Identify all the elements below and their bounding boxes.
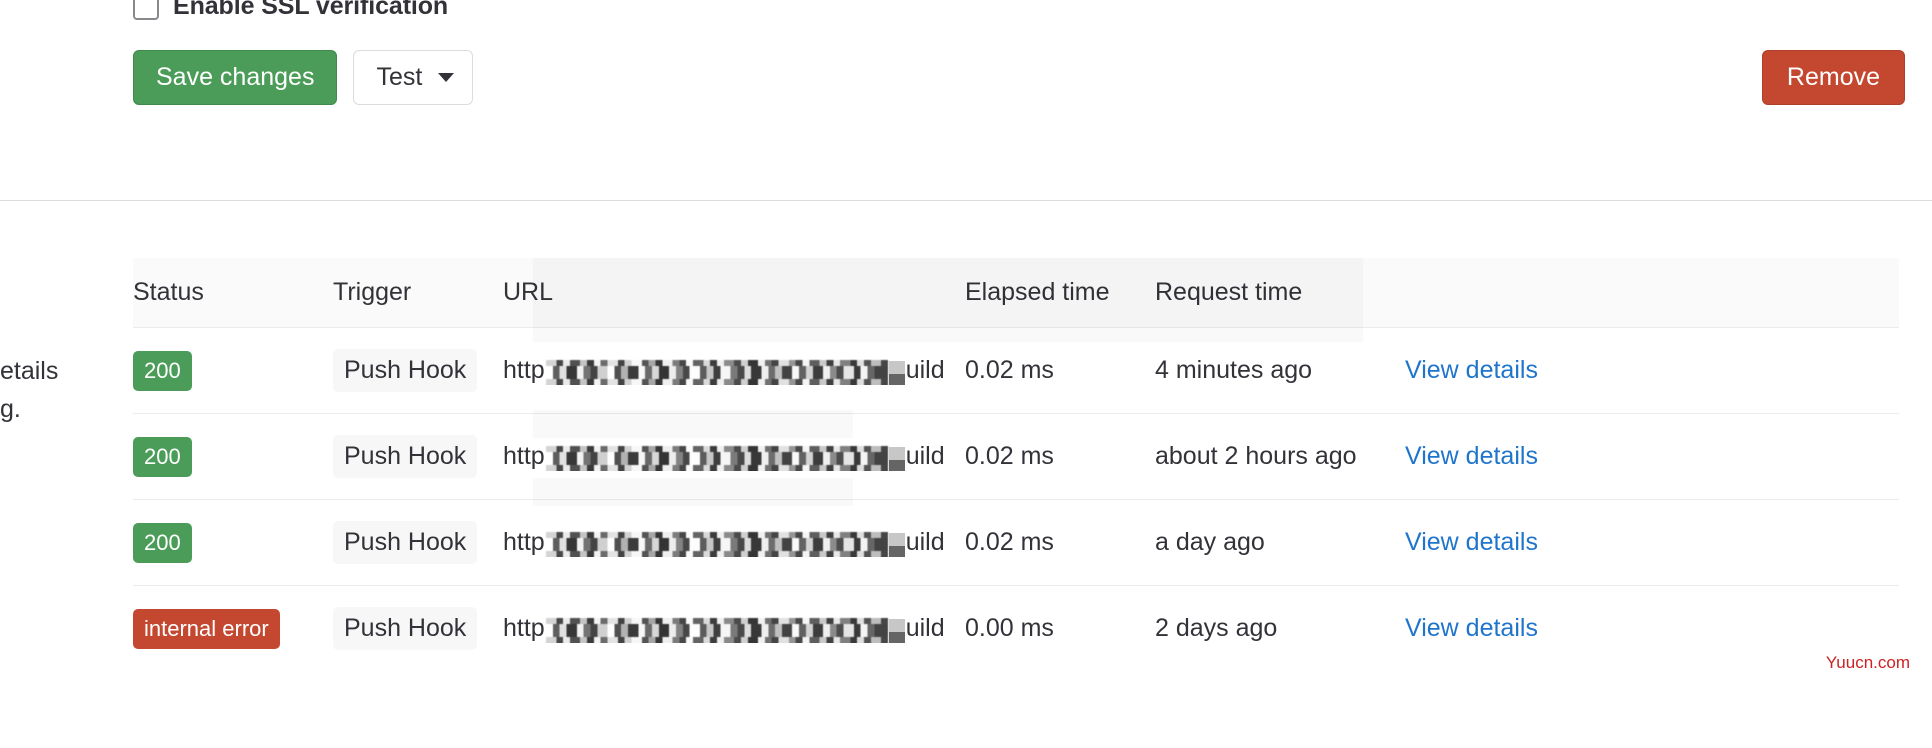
cell-elapsed-time: 0.02 ms xyxy=(965,499,1155,586)
recent-deliveries-table-wrapper: Status Trigger URL Elapsed time Request … xyxy=(133,258,1899,671)
status-badge: internal error xyxy=(133,608,280,649)
column-header-url: URL xyxy=(503,258,965,328)
column-header-actions xyxy=(1405,258,1899,328)
cell-url: http uild xyxy=(503,413,965,500)
cut-off-side-text: etails g. xyxy=(0,352,58,428)
cut-off-line-2: g. xyxy=(0,395,21,423)
url-pixelated-region xyxy=(545,531,888,557)
cell-actions: View details xyxy=(1405,327,1899,414)
cell-status: internal error xyxy=(133,586,333,672)
trigger-pill: Push Hook xyxy=(333,607,478,650)
cell-url: http uild xyxy=(503,586,965,672)
column-header-status: Status xyxy=(133,258,333,328)
trigger-pill: Push Hook xyxy=(333,349,478,392)
cut-off-line-1: etails xyxy=(0,357,59,385)
enable-ssl-verification-label: Enable SSL verification xyxy=(173,0,449,20)
view-details-link[interactable]: View details xyxy=(1405,614,1538,642)
table-row: internal error Push Hook http uild 0.00 ms 2 … xyxy=(133,586,1899,672)
cell-trigger: Push Hook xyxy=(333,327,503,414)
cell-trigger: Push Hook xyxy=(333,499,503,586)
view-details-link[interactable]: View details xyxy=(1405,356,1538,384)
table-header-row: Status Trigger URL Elapsed time Request … xyxy=(133,258,1899,328)
table-row: 200 Push Hook http uild 0.02 ms 4 minutes ago… xyxy=(133,327,1899,414)
url-pixelated-region xyxy=(545,445,888,471)
url-prefix: http xyxy=(503,528,545,556)
url-prefix: http xyxy=(503,614,545,642)
view-details-link[interactable]: View details xyxy=(1405,528,1538,556)
cell-status: 200 xyxy=(133,499,333,586)
cell-elapsed-time: 0.00 ms xyxy=(965,614,1054,642)
cell-trigger: Push Hook xyxy=(333,413,503,500)
chevron-down-icon xyxy=(438,73,455,82)
url-suffix: uild xyxy=(905,442,945,470)
table-body: 200 Push Hook http uild 0.02 ms 4 minutes ago… xyxy=(133,327,1899,672)
table-row: 200 Push Hook http uild 0.02 ms a day ago View… xyxy=(133,499,1899,586)
redacted-url: http uild xyxy=(503,356,965,385)
trigger-pill: Push Hook xyxy=(333,435,478,478)
form-actions: Save changes Test xyxy=(133,50,474,105)
url-prefix: http xyxy=(503,356,545,384)
status-badge: 200 xyxy=(133,522,192,563)
cell-status: 200 xyxy=(133,413,333,500)
url-pixelated-char xyxy=(888,360,905,385)
section-divider xyxy=(0,200,1932,201)
column-header-trigger: Trigger xyxy=(333,258,503,328)
status-badge: 200 xyxy=(133,350,192,391)
cell-actions: View details xyxy=(1405,586,1899,672)
status-badge: 200 xyxy=(133,436,192,477)
url-suffix: uild xyxy=(905,528,945,556)
view-details-link[interactable]: View details xyxy=(1405,442,1538,470)
url-prefix: http xyxy=(503,442,545,470)
cell-request-time: 2 days ago xyxy=(1155,614,1278,642)
test-dropdown-button[interactable]: Test xyxy=(353,50,474,105)
trigger-pill: Push Hook xyxy=(333,521,478,564)
url-pixelated-char xyxy=(888,618,905,643)
test-dropdown-label: Test xyxy=(376,63,423,91)
redacted-url: http uild xyxy=(503,614,965,643)
recent-deliveries-table: Status Trigger URL Elapsed time Request … xyxy=(133,258,1899,671)
url-suffix: uild xyxy=(905,614,945,642)
column-header-elapsed-time: Elapsed time xyxy=(965,258,1155,328)
cell-request-time: a day ago xyxy=(1155,499,1405,586)
cell-elapsed-time: 0.02 ms xyxy=(965,413,1155,500)
cell-status: 200 xyxy=(133,327,333,414)
url-pixelated-region xyxy=(545,359,888,385)
remove-button[interactable]: Remove xyxy=(1761,50,1905,105)
column-header-request-time: Request time xyxy=(1155,258,1405,328)
url-pixelated-char xyxy=(888,446,905,471)
redacted-url: http uild xyxy=(503,528,965,557)
enable-ssl-verification-checkbox[interactable] xyxy=(133,0,159,20)
table-head: Status Trigger URL Elapsed time Request … xyxy=(133,258,1899,328)
url-suffix: uild xyxy=(905,356,945,384)
table-row: 200 Push Hook http uild 0.02 ms about 2 hours… xyxy=(133,413,1899,500)
cell-actions: View details xyxy=(1405,499,1899,586)
redacted-url: http uild xyxy=(503,442,965,471)
cell-request-time: 4 minutes ago xyxy=(1155,327,1405,414)
cell-trigger: Push Hook xyxy=(333,586,503,672)
url-pixelated-char xyxy=(888,532,905,557)
cell-url: http uild xyxy=(503,327,965,414)
url-pixelated-region xyxy=(545,617,888,643)
cell-elapsed-time: 0.02 ms xyxy=(965,327,1155,414)
cell-url: http uild xyxy=(503,499,965,586)
cell-actions: View details xyxy=(1405,413,1899,500)
ssl-verification-row: Enable SSL verification xyxy=(133,0,448,21)
watermark: Yuucn.com xyxy=(1825,653,1910,672)
cell-request-time: about 2 hours ago xyxy=(1155,413,1405,500)
save-changes-button[interactable]: Save changes xyxy=(133,50,338,105)
